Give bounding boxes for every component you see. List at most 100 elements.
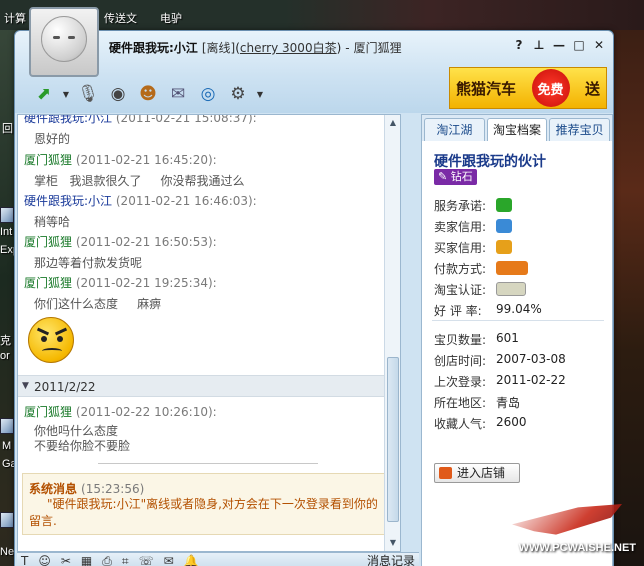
webcam-icon[interactable]: ◉ bbox=[105, 81, 131, 107]
message-header: 厦门狐狸 (2011-02-21 16:50:53): bbox=[24, 233, 394, 250]
chat-message: 厦门狐狸 (2011-02-21 16:45:20): 掌柜 我退款很久了 你没… bbox=[24, 151, 394, 189]
info-label: 付款方式: bbox=[434, 262, 487, 276]
maximize-icon[interactable]: □ bbox=[571, 37, 587, 53]
info-label: 淘宝认证: bbox=[434, 283, 487, 297]
desktop-right-strip bbox=[612, 30, 644, 566]
contact-signature[interactable]: cherry 3000白茶 bbox=[240, 41, 337, 55]
bell-icon[interactable]: 🔔 bbox=[184, 553, 199, 566]
stat-location-value: 青岛 bbox=[496, 396, 521, 410]
info-label: 好 评 率: bbox=[434, 304, 482, 318]
desktop-shortcut-icon[interactable] bbox=[0, 418, 14, 434]
group-chat-icon[interactable]: ☻ bbox=[135, 81, 161, 107]
chat-header: 硬件跟我玩:小江 [离线](cherry 3000白茶) - 厦门狐狸 ? ⊥ — □… bbox=[15, 31, 613, 113]
chevron-down-icon[interactable]: ▼ bbox=[61, 81, 71, 107]
message-sender[interactable]: 厦门狐狸 bbox=[24, 405, 72, 419]
desktop-shortcut-icon[interactable] bbox=[0, 512, 14, 528]
tab-taojianghu[interactable]: 淘江湖 bbox=[424, 118, 485, 141]
chat-message: 硬件跟我玩:小江 (2011-02-21 16:46:03): 稍等哈 bbox=[24, 192, 394, 230]
stat-label: 宝贝数量: bbox=[434, 333, 487, 347]
stat-items: 宝贝数量: bbox=[434, 331, 486, 348]
desktop-label-or[interactable]: or bbox=[0, 350, 10, 362]
service-promise-icon[interactable] bbox=[496, 198, 512, 212]
info-label: 服务承诺: bbox=[434, 199, 487, 213]
message-history-button[interactable]: 消息记录 bbox=[367, 553, 415, 566]
message-sender[interactable]: 厦门狐狸 bbox=[24, 276, 72, 290]
watermark-text: WWW.PCWAISHE.NET bbox=[518, 542, 636, 554]
message-time: (2011-02-21 16:45:20): bbox=[75, 153, 217, 167]
send-file-icon[interactable]: ⬈ bbox=[31, 81, 57, 107]
date-separator[interactable]: ▼ 2011/2/22 bbox=[18, 375, 386, 397]
message-sender[interactable]: 厦门狐狸 bbox=[24, 153, 72, 167]
desktop-label-transfer[interactable]: 传送文 bbox=[104, 10, 137, 26]
payment-method-icon[interactable] bbox=[496, 261, 528, 275]
font-icon[interactable]: T bbox=[21, 553, 28, 566]
mail-icon[interactable]: ✉ bbox=[165, 81, 191, 107]
emoticon-icon[interactable]: ☺ bbox=[38, 553, 51, 566]
chat-scrollbar[interactable]: ▲ ▼ bbox=[384, 115, 400, 551]
desktop-label-m[interactable]: M bbox=[2, 440, 11, 452]
message-sender[interactable]: 厦门狐狸 bbox=[24, 235, 72, 249]
message-time: (2011-02-21 19:25:34): bbox=[75, 276, 217, 290]
desktop-shortcut-icon[interactable] bbox=[0, 207, 14, 223]
desktop-label-ke[interactable]: 克 bbox=[0, 332, 11, 348]
system-message-time: (15:23:56) bbox=[81, 482, 145, 496]
chat-message: 厦门狐狸 (2011-02-22 10:26:10): 你他吗什么态度 不要给你… bbox=[24, 403, 394, 454]
window-controls: ? ⊥ — □ ✕ bbox=[511, 37, 607, 53]
enter-shop-button[interactable]: 进入店铺 bbox=[434, 463, 520, 483]
info-row-service: 服务承诺: bbox=[434, 197, 486, 214]
help-icon[interactable]: ? bbox=[511, 37, 527, 53]
contact-name[interactable]: 硬件跟我玩:小江 bbox=[109, 41, 198, 55]
avatar-face-icon bbox=[41, 16, 87, 62]
badge-label: 钻石 bbox=[450, 170, 473, 183]
desktop-label-computer[interactable]: 计算 bbox=[4, 10, 26, 26]
image-icon[interactable]: ▦ bbox=[81, 553, 92, 566]
scroll-down-icon[interactable]: ▼ bbox=[387, 537, 399, 549]
scroll-up-icon[interactable]: ▲ bbox=[387, 117, 399, 129]
chat-window: 硬件跟我玩:小江 [离线](cherry 3000白茶) - 厦门狐狸 ? ⊥ — □… bbox=[14, 7, 614, 566]
seller-credit-icon[interactable] bbox=[496, 219, 512, 233]
message-sender[interactable]: 硬件跟我玩:小江 bbox=[24, 115, 112, 125]
envelope-icon[interactable]: ✉ bbox=[164, 553, 174, 566]
close-icon[interactable]: ✕ bbox=[591, 37, 607, 53]
message-time: (2011-02-21 16:46:03): bbox=[115, 194, 257, 208]
self-name: 厦门狐狸 bbox=[353, 41, 402, 55]
info-row-buyer-credit: 买家信用: bbox=[434, 239, 486, 256]
title-separator: - bbox=[345, 41, 350, 55]
ad-banner[interactable]: 熊猫汽车 免费 送 bbox=[449, 67, 607, 109]
stat-location: 所在地区: bbox=[434, 394, 486, 411]
screenshot-icon[interactable]: ✂ bbox=[61, 553, 71, 566]
desktop-label-ne[interactable]: Ne bbox=[0, 546, 14, 558]
tab-recommended[interactable]: 推荐宝贝 bbox=[549, 118, 611, 141]
message-header: 硬件跟我玩:小江 (2011-02-21 16:46:03): bbox=[24, 192, 394, 209]
scroll-thumb[interactable] bbox=[387, 357, 399, 522]
chat-divider bbox=[98, 463, 318, 464]
phone-icon[interactable]: ☏ bbox=[139, 553, 154, 566]
pin-icon[interactable]: ⊥ bbox=[531, 37, 547, 53]
message-sender[interactable]: 硬件跟我玩:小江 bbox=[24, 194, 112, 208]
chat-history[interactable]: 硬件跟我玩:小江 (2011-02-21 15:08:37): 恩好的 厦门狐狸… bbox=[17, 114, 401, 552]
stat-favorites-value: 2600 bbox=[496, 415, 527, 429]
microphone-icon[interactable]: 🎙 bbox=[75, 81, 101, 107]
message-header: 厦门狐狸 (2011-02-21 19:25:34): bbox=[24, 274, 394, 291]
system-message-header: 系统消息 (15:23:56) bbox=[29, 480, 144, 497]
system-message: 系统消息 (15:23:56) "硬件跟我玩:小江"离线或者隐身,对方会在下一次登… bbox=[22, 473, 388, 535]
grid-icon[interactable]: ⌗ bbox=[122, 553, 129, 566]
avatar[interactable] bbox=[29, 7, 99, 77]
minimize-icon[interactable]: — bbox=[551, 37, 567, 53]
taobao-verified-icon[interactable] bbox=[496, 282, 526, 296]
collapse-arrow-icon[interactable]: ▼ bbox=[22, 381, 29, 391]
buyer-credit-icon[interactable] bbox=[496, 240, 512, 254]
desktop-label-internet[interactable]: Int bbox=[0, 226, 12, 238]
shop-name[interactable]: 硬件跟我玩的伙计 bbox=[434, 151, 546, 171]
stat-favorites: 收藏人气: bbox=[434, 415, 486, 432]
tab-taobao-profile[interactable]: 淘宝档案 bbox=[486, 118, 548, 141]
diamond-badge: ✎ 钻石 bbox=[434, 169, 477, 185]
remote-assist-icon[interactable]: ◎ bbox=[195, 81, 221, 107]
desktop-label-recycle[interactable]: 回 bbox=[2, 120, 13, 136]
desktop-label-emule[interactable]: 电驴 bbox=[160, 10, 182, 26]
ad-text: 熊猫汽车 bbox=[456, 79, 517, 98]
shop-icon bbox=[439, 467, 452, 479]
chevron-down-icon[interactable]: ▼ bbox=[255, 81, 265, 107]
print-icon[interactable]: ⎙ bbox=[102, 553, 112, 566]
more-tools-icon[interactable]: ⚙ bbox=[225, 81, 251, 107]
